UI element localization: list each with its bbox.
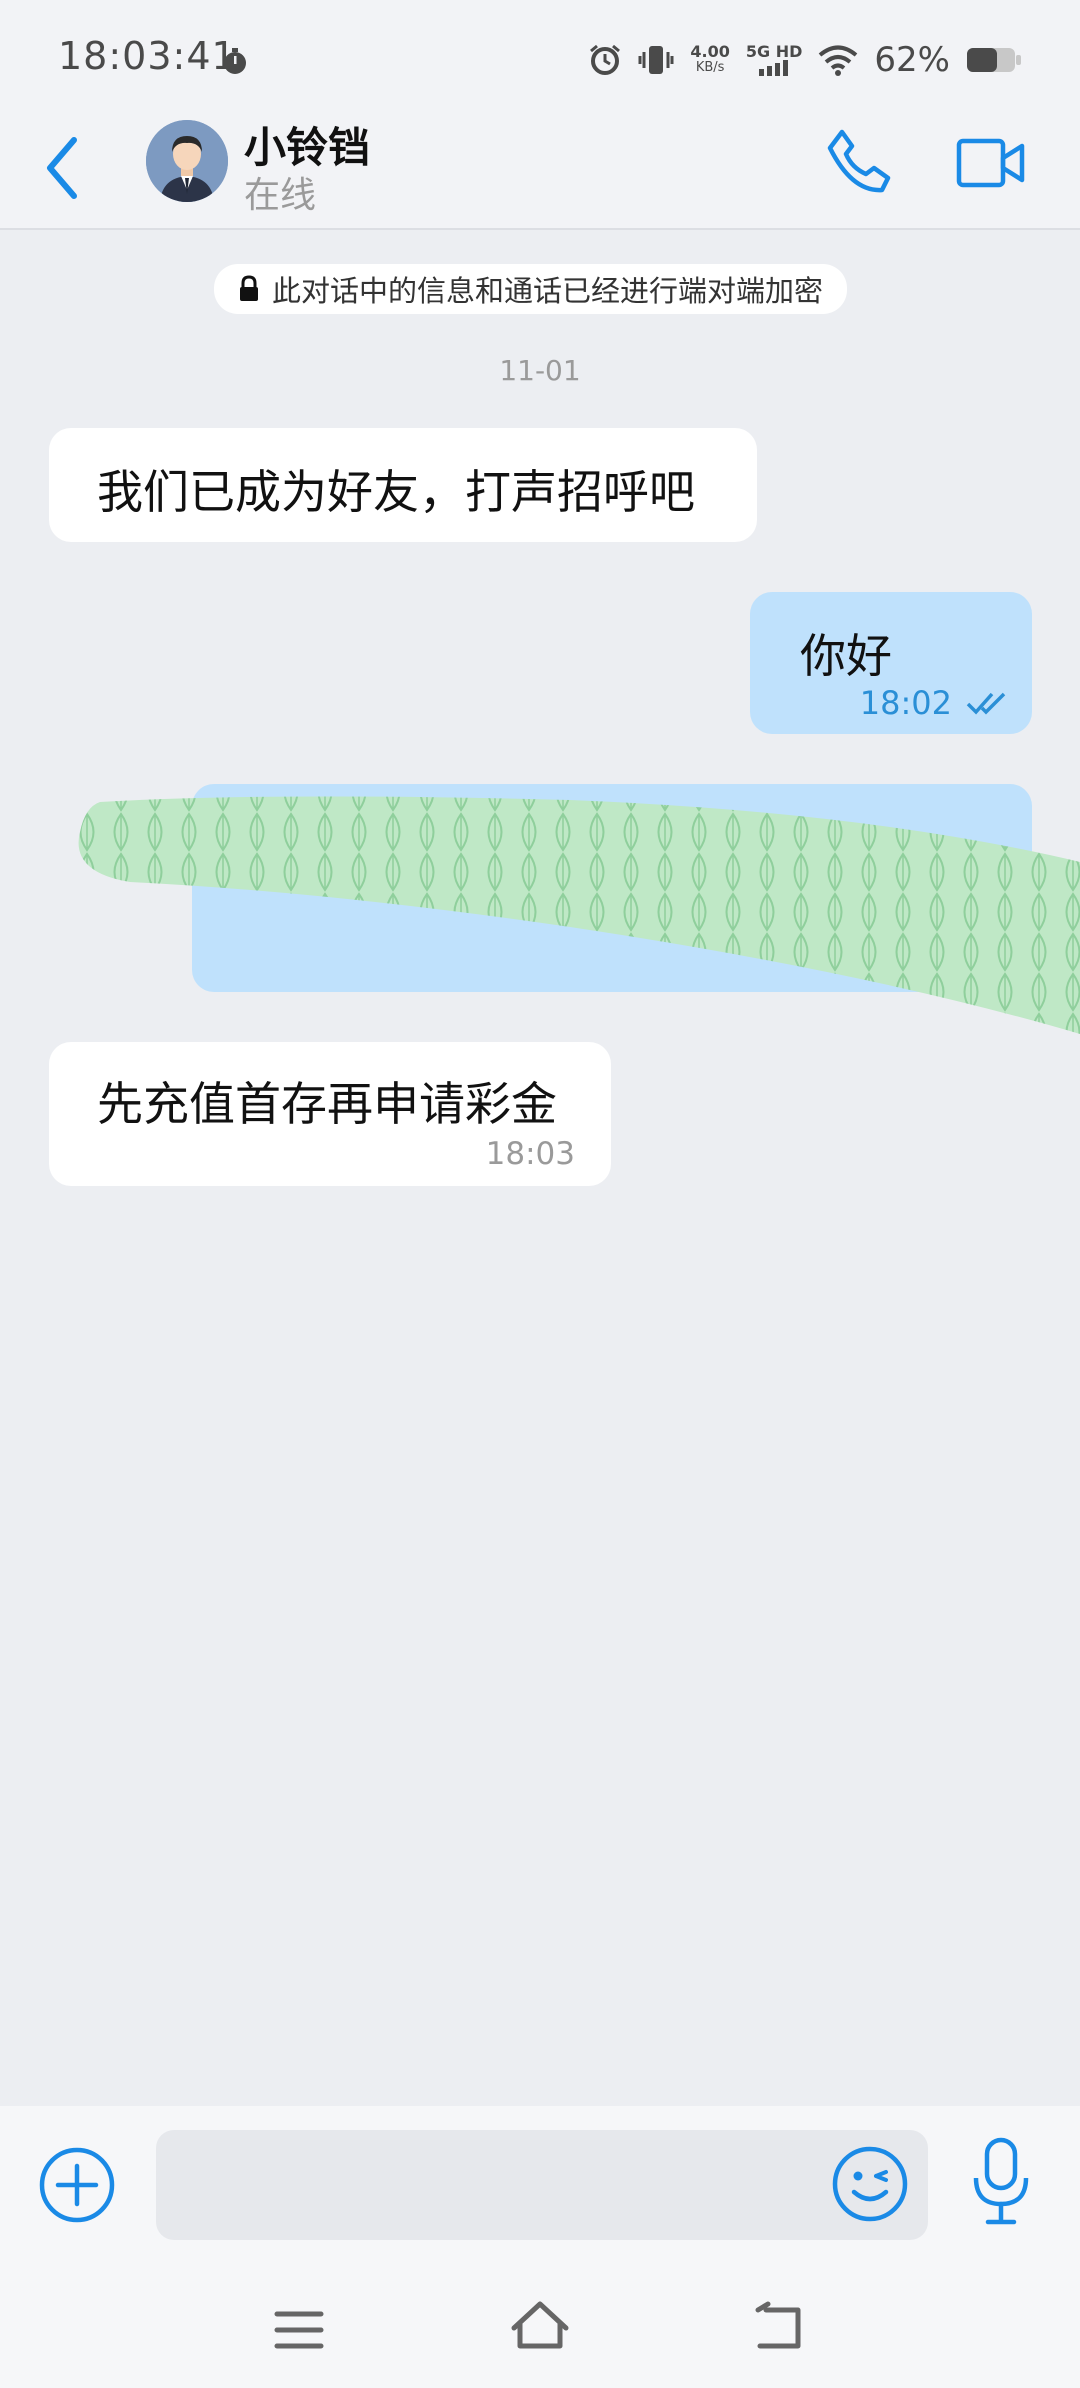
message-bubble-incoming[interactable]: 先充值首存再申请彩金 18:03 bbox=[49, 1042, 611, 1186]
net-speed-value: 4.00 bbox=[690, 42, 730, 61]
system-nav-bar bbox=[0, 2272, 1080, 2388]
battery-icon bbox=[967, 48, 1021, 72]
avatar-person-icon bbox=[146, 120, 228, 202]
video-call-icon[interactable] bbox=[956, 136, 1026, 190]
contact-avatar[interactable] bbox=[146, 120, 228, 202]
chat-header: 小铃铛 在线 bbox=[0, 110, 1080, 230]
double-check-icon bbox=[966, 692, 1006, 715]
alarm-icon bbox=[590, 44, 621, 75]
message-time: 18:02 bbox=[859, 684, 952, 722]
plus-circle-icon[interactable] bbox=[38, 2146, 116, 2224]
home-icon[interactable] bbox=[510, 2298, 570, 2354]
status-icons: 4.00 KB/s 5G HD 62% bbox=[588, 34, 1022, 86]
message-text: 先充值首存再申请彩金 bbox=[97, 1077, 557, 1131]
message-bubble-outgoing[interactable]: 你好 18:02 bbox=[750, 592, 1032, 734]
emoji-wink-icon[interactable] bbox=[830, 2144, 910, 2224]
stopwatch-icon bbox=[224, 48, 246, 74]
contact-status: 在线 bbox=[244, 175, 317, 216]
phone-call-icon[interactable] bbox=[822, 126, 894, 198]
composer-bar bbox=[0, 2106, 1080, 2272]
message-text: 你好 bbox=[800, 629, 892, 683]
lock-icon bbox=[240, 275, 258, 301]
message-input[interactable] bbox=[156, 2130, 928, 2240]
net-speed: 4.00 KB/s bbox=[690, 44, 729, 76]
cell-signal: 5G HD bbox=[745, 42, 803, 76]
message-meta: 18:02 bbox=[860, 684, 1010, 722]
battery-percent: 62% bbox=[874, 40, 950, 80]
back-arrow-icon[interactable] bbox=[38, 132, 88, 204]
back-nav-icon[interactable] bbox=[752, 2300, 806, 2352]
message-text: 我们已成为好友，打声招呼吧 bbox=[97, 465, 695, 519]
wifi-icon bbox=[819, 45, 858, 76]
message-time: 18:03 bbox=[485, 1136, 575, 1172]
microphone-icon[interactable] bbox=[970, 2136, 1032, 2228]
menu-icon[interactable] bbox=[274, 2308, 324, 2352]
net-speed-unit: KB/s bbox=[695, 60, 725, 75]
status-time: 18:03:41 bbox=[58, 34, 237, 78]
network-type: 5G HD bbox=[745, 42, 803, 61]
date-divider: 11-01 bbox=[499, 354, 581, 387]
status-bar: 18:03:41 4.00 KB/s 5G HD 62% bbox=[0, 0, 1080, 110]
signal-bars-icon bbox=[759, 60, 789, 76]
encryption-notice: 此对话中的信息和通话已经进行端对端加密 bbox=[214, 264, 848, 314]
redaction-scribble bbox=[78, 796, 1080, 1034]
vibrate-icon bbox=[638, 46, 674, 74]
message-bubble-incoming[interactable]: 我们已成为好友，打声招呼吧 bbox=[49, 428, 757, 542]
encryption-notice-text: 此对话中的信息和通话已经进行端对端加密 bbox=[272, 274, 824, 308]
